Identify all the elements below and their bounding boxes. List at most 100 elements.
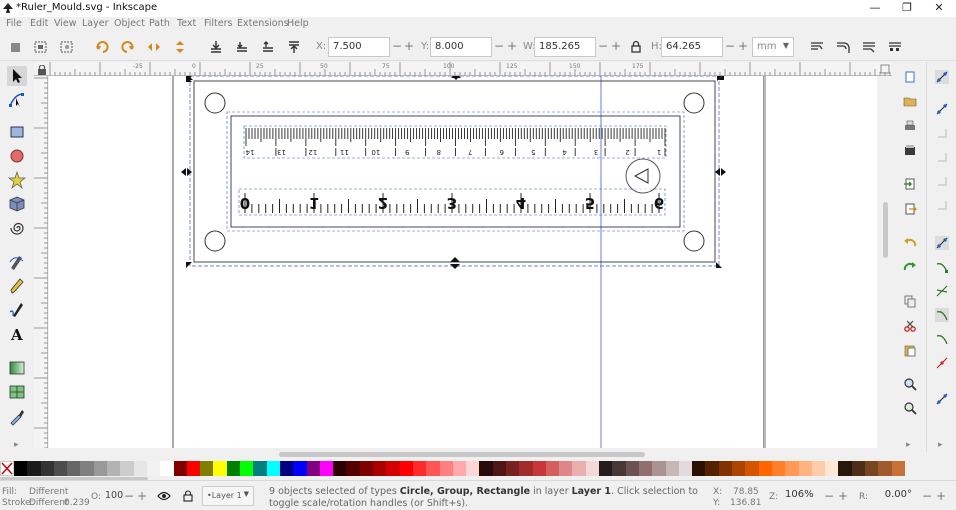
snap-more-icon[interactable]: ▸: [938, 440, 943, 450]
rotation-decrement-button[interactable]: −: [922, 489, 932, 503]
transform-patterns-icon[interactable]: [888, 40, 902, 54]
color-swatch[interactable]: [718, 461, 733, 476]
scale-corners-icon[interactable]: [836, 40, 850, 54]
layer-select[interactable]: •Layer 1 ▼: [202, 486, 254, 506]
undo-icon[interactable]: [903, 236, 917, 250]
x-input[interactable]: 7.500: [328, 37, 390, 57]
new-document-icon[interactable]: [903, 70, 917, 84]
flip-vertical-icon[interactable]: [173, 40, 187, 54]
corner-hole-circle[interactable]: [204, 92, 226, 114]
menu-help[interactable]: Help: [287, 17, 309, 31]
color-swatch[interactable]: [146, 461, 161, 476]
select-all-icon[interactable]: [9, 40, 23, 54]
stroke-value[interactable]: Different: [29, 498, 68, 508]
redo-icon[interactable]: [903, 260, 917, 274]
lock-guides-icon[interactable]: [37, 65, 47, 75]
eye-icon[interactable]: [157, 491, 171, 501]
color-swatch[interactable]: [758, 461, 772, 476]
snap-bbox-edge-icon[interactable]: [935, 126, 949, 140]
color-swatch[interactable]: [532, 461, 546, 476]
raise-icon[interactable]: [261, 40, 275, 54]
rectangle-tool[interactable]: [7, 122, 27, 142]
zoom-fit-corner-icon[interactable]: [878, 62, 892, 76]
color-swatch[interactable]: [838, 461, 852, 476]
color-swatch[interactable]: [585, 461, 600, 476]
star-tool[interactable]: [7, 170, 27, 190]
color-swatch[interactable]: [399, 461, 413, 476]
vertical-scrollbar-thumb[interactable]: [883, 202, 888, 258]
gradient-tool[interactable]: [7, 358, 27, 378]
snap-cusp-icon[interactable]: [935, 308, 949, 322]
calligraphy-tool[interactable]: [7, 300, 27, 320]
corner-hole-circle[interactable]: [683, 230, 705, 252]
color-swatch[interactable]: [519, 461, 533, 476]
color-swatch[interactable]: [412, 461, 427, 476]
zoom-input[interactable]: 106%: [781, 486, 821, 506]
color-swatch[interactable]: [306, 461, 320, 476]
x-decrement-button[interactable]: −: [392, 39, 402, 53]
color-swatch[interactable]: [14, 461, 28, 476]
raise-to-top-icon[interactable]: [287, 40, 301, 54]
color-swatch[interactable]: [771, 461, 786, 476]
lower-icon[interactable]: [235, 40, 249, 54]
horizontal-scrollbar-thumb[interactable]: [279, 452, 645, 457]
toolbox-more-icon[interactable]: ▸: [14, 440, 19, 450]
node-tool[interactable]: [7, 90, 27, 110]
paste-icon[interactable]: [903, 343, 917, 357]
flip-horizontal-icon[interactable]: [147, 40, 161, 54]
close-button[interactable]: ✕: [924, 0, 954, 17]
color-swatch[interactable]: [240, 461, 254, 476]
pencil-tool[interactable]: [7, 276, 27, 296]
color-swatch[interactable]: [333, 461, 347, 476]
no-paint-swatch[interactable]: [0, 461, 14, 476]
transform-gradients-icon[interactable]: [862, 40, 876, 54]
snap-bbox-corner-icon[interactable]: [935, 150, 949, 164]
color-swatch[interactable]: [705, 461, 719, 476]
color-swatch[interactable]: [200, 461, 214, 476]
w-increment-button[interactable]: +: [611, 39, 621, 53]
export-icon[interactable]: [903, 202, 917, 216]
fill-value[interactable]: Different: [29, 487, 68, 497]
color-swatch[interactable]: [785, 461, 799, 476]
h-increment-button[interactable]: +: [738, 39, 748, 53]
color-swatch[interactable]: [638, 461, 653, 476]
snap-line-midpoint-icon[interactable]: [935, 356, 949, 370]
color-swatch[interactable]: [186, 461, 201, 476]
snap-toggle-icon[interactable]: [935, 70, 949, 84]
color-swatch[interactable]: [665, 461, 679, 476]
commands-more-icon[interactable]: ▸: [906, 440, 911, 450]
y-decrement-button[interactable]: −: [494, 39, 504, 53]
color-swatch[interactable]: [559, 461, 573, 476]
maximize-button[interactable]: ❐: [892, 0, 922, 17]
color-swatch[interactable]: [266, 461, 280, 476]
menu-file[interactable]: File: [6, 17, 22, 31]
color-swatch[interactable]: [891, 461, 905, 476]
dropper-tool[interactable]: [7, 406, 27, 426]
rotation-increment-button[interactable]: +: [936, 489, 946, 503]
handle-bottom[interactable]: [450, 257, 460, 269]
opacity-decrement-button[interactable]: −: [124, 489, 134, 503]
drawing-canvas[interactable]: 14 13 12 11 10 9 8 7 6 5 4 3 2 1 0123456: [49, 76, 877, 448]
mesh-tool[interactable]: [7, 382, 27, 402]
snap-bbox-icon[interactable]: [935, 102, 949, 116]
snap-others-icon[interactable]: [935, 392, 949, 406]
selector-tool[interactable]: [7, 66, 27, 86]
y-increment-button[interactable]: +: [507, 39, 517, 53]
zoom-decrement-button[interactable]: −: [824, 489, 834, 503]
stroke-width-value[interactable]: 0.239: [64, 498, 90, 508]
width-input[interactable]: 185.265: [534, 37, 596, 57]
lock-ratio-icon[interactable]: [629, 40, 643, 54]
color-swatch[interactable]: [811, 461, 826, 476]
color-swatch[interactable]: [80, 461, 94, 476]
color-swatch[interactable]: [505, 461, 520, 476]
minimize-button[interactable]: —: [860, 0, 890, 17]
color-swatch[interactable]: [40, 461, 54, 476]
color-swatch[interactable]: [825, 461, 839, 476]
y-input[interactable]: 8.000: [430, 37, 492, 57]
color-swatch[interactable]: [279, 461, 294, 476]
color-swatch[interactable]: [466, 461, 480, 476]
spiral-tool[interactable]: [7, 218, 27, 238]
color-swatch[interactable]: [678, 461, 693, 476]
color-swatch[interactable]: [133, 461, 147, 476]
color-swatch[interactable]: [745, 461, 759, 476]
